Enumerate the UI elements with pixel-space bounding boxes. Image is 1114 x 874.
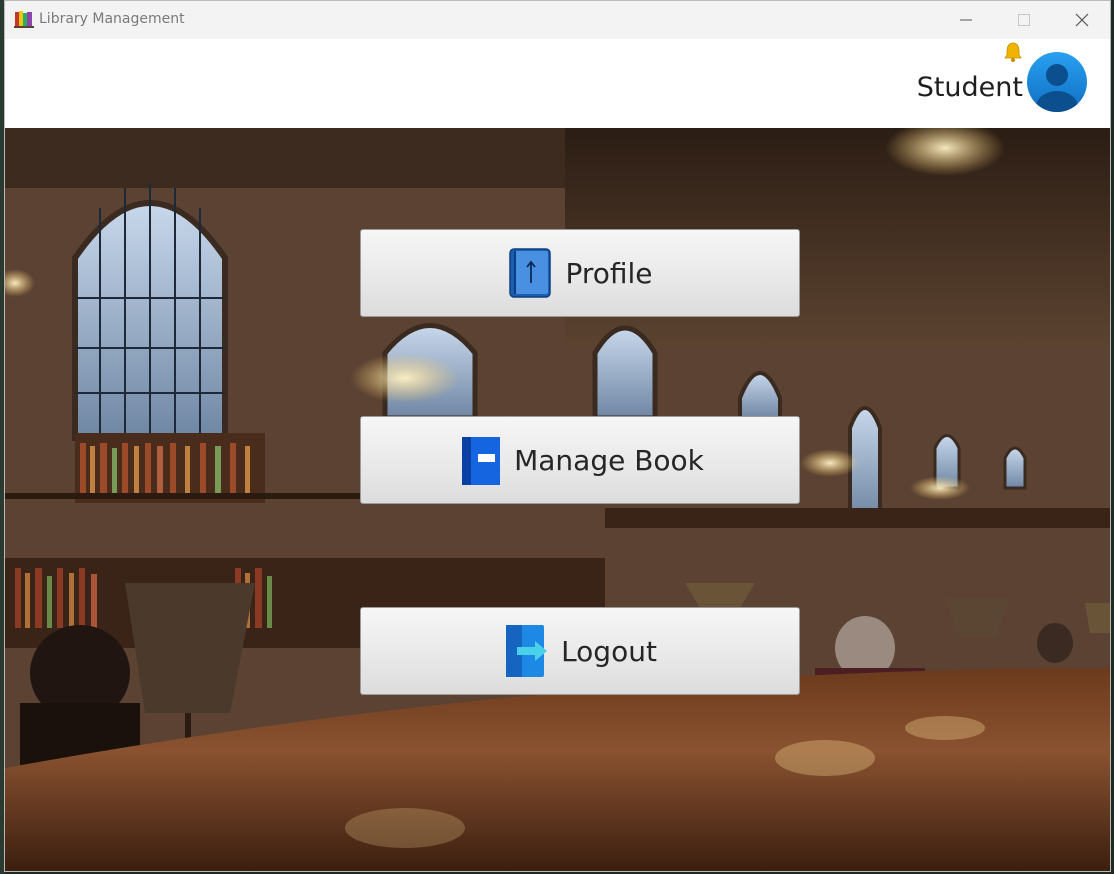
bell-icon[interactable] xyxy=(1003,41,1023,63)
close-button[interactable] xyxy=(1053,1,1110,39)
profile-button-label: Profile xyxy=(565,256,653,290)
manage-book-button-label: Manage Book xyxy=(514,443,704,477)
maximize-button[interactable] xyxy=(995,1,1053,39)
logout-button[interactable]: Logout xyxy=(360,607,800,695)
user-role-label: Student xyxy=(916,72,1023,103)
book-icon xyxy=(462,437,501,485)
main-panel: Profile Manage Book Logout xyxy=(5,128,1110,871)
logout-icon xyxy=(506,625,548,677)
title-bar[interactable]: Library Management xyxy=(5,1,1110,39)
logout-button-label: Logout xyxy=(561,634,657,668)
app-header: Student xyxy=(5,39,1110,128)
window-title: Library Management xyxy=(39,11,185,27)
profile-book-icon xyxy=(509,248,552,298)
user-avatar-icon[interactable] xyxy=(1026,51,1088,113)
maximize-icon xyxy=(1018,14,1030,26)
minimize-icon xyxy=(960,19,972,21)
app-window: Library Management Student Profile Manag… xyxy=(4,0,1111,872)
close-icon xyxy=(1075,13,1089,27)
manage-book-button[interactable]: Manage Book xyxy=(360,416,800,504)
profile-button[interactable]: Profile xyxy=(360,229,800,317)
app-library-icon xyxy=(14,11,34,28)
minimize-button[interactable] xyxy=(937,1,995,39)
